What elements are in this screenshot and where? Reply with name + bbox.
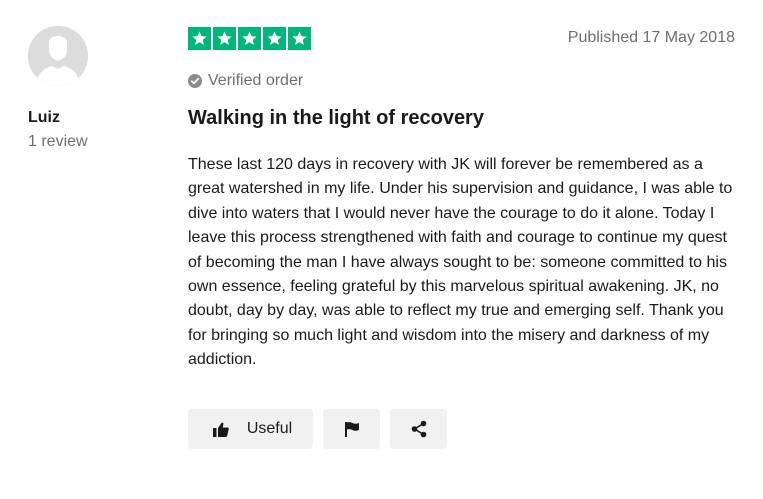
star-icon bbox=[213, 27, 236, 50]
review-actions: Useful bbox=[188, 409, 447, 449]
thumbs-up-icon bbox=[212, 422, 229, 437]
star-icon bbox=[188, 27, 211, 50]
published-date: Published 17 May 2018 bbox=[567, 29, 735, 46]
verified-order: Verified order bbox=[188, 72, 303, 90]
flag-icon bbox=[344, 422, 359, 437]
star-icon bbox=[238, 27, 261, 50]
reviewer-name[interactable]: Luiz bbox=[28, 109, 60, 127]
share-button[interactable] bbox=[390, 409, 447, 449]
star-rating bbox=[188, 27, 311, 50]
user-silhouette-icon bbox=[28, 26, 88, 86]
review-title[interactable]: Walking in the light of recovery bbox=[188, 107, 484, 130]
review-card: Luiz 1 review Published 17 May 2018 Veri… bbox=[0, 0, 763, 499]
check-circle-icon bbox=[188, 74, 202, 88]
verified-label: Verified order bbox=[208, 72, 304, 89]
review-count: 1 review bbox=[28, 133, 88, 150]
useful-button[interactable]: Useful bbox=[188, 409, 313, 449]
avatar[interactable] bbox=[28, 26, 88, 86]
review-body: These last 120 days in recovery with JK … bbox=[188, 156, 733, 369]
star-icon bbox=[263, 27, 286, 50]
flag-button[interactable] bbox=[323, 409, 380, 449]
share-icon bbox=[411, 420, 426, 438]
star-icon bbox=[288, 27, 311, 50]
useful-label: Useful bbox=[246, 420, 293, 437]
